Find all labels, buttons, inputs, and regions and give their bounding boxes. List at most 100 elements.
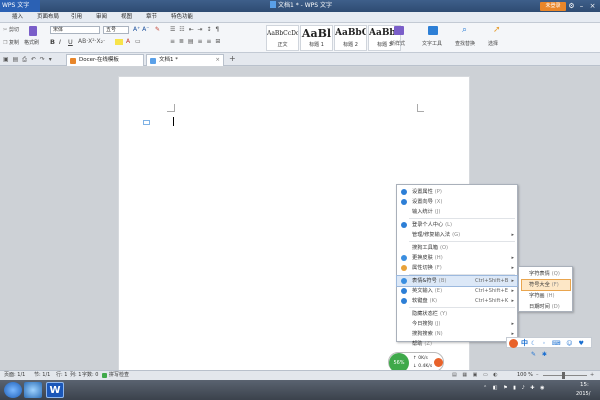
view-mode-icons[interactable]: ▤ ▦ ▣ ▭ ◐ <box>452 371 500 380</box>
context-menu-item-10[interactable]: 软键盘 (K) Ctrl+Shift+K ▸ <box>397 296 517 306</box>
clear-format-icon[interactable]: ✎ <box>155 26 160 33</box>
highlight-color-icon[interactable] <box>115 39 123 45</box>
select-button[interactable]: 选择 <box>488 40 498 47</box>
context-menu-item-4[interactable]: 管理/修复输入法 (G) ▸ <box>397 230 517 240</box>
tab-docer-templates[interactable]: Docer-在线模板 <box>66 54 144 66</box>
font-grow-icon[interactable]: A⁺ A⁻ <box>133 26 149 33</box>
close-icon[interactable]: × <box>588 1 597 11</box>
style-normal-sample: AaBbCcDd <box>267 30 298 37</box>
system-tray-icons[interactable]: ⌃ ◧ ⚑ ▮ ♪ ✚ ◉ <box>483 385 546 391</box>
context-menu-item-5[interactable]: 搜狗工具箱 (O) <box>397 243 517 253</box>
new-style-icon <box>394 26 404 35</box>
menu-item-label: 英文输入 <box>412 288 433 294</box>
new-style-button[interactable]: 新样式 <box>390 40 405 47</box>
menu-item-accelerator: (G) <box>452 232 461 238</box>
login-button[interactable]: 未登录 <box>540 2 566 11</box>
submenu-arrow-icon: ▸ <box>511 265 514 271</box>
app-logo[interactable]: WPS 文字 <box>0 0 40 12</box>
submenu-item-3[interactable]: 日期时间 (D) <box>522 302 570 312</box>
clock-time[interactable]: 15: <box>580 382 589 388</box>
menu-insert[interactable]: 插入 <box>12 12 23 23</box>
format-painter-icon[interactable] <box>29 26 37 36</box>
menu-references[interactable]: 引用 <box>71 12 82 23</box>
context-menu-item-6[interactable]: 更换皮肤 (H) ▸ <box>397 253 517 263</box>
upload-speed-value: 0K/s <box>418 356 428 361</box>
tab-document-1[interactable]: 文档1 * × <box>146 54 224 66</box>
document-icon <box>150 58 156 64</box>
menu-separator <box>409 218 515 219</box>
font-color-icon[interactable]: A <box>126 38 130 45</box>
cut-button[interactable]: ✂ 剪切 <box>3 26 20 34</box>
zoom-slider[interactable] <box>543 375 587 376</box>
underline-button[interactable]: U <box>68 38 73 46</box>
style-normal[interactable]: AaBbCcDd 正文 <box>266 25 299 51</box>
list-icons[interactable]: ☰ ☷ ⇤ ⇥ ↕ ¶ <box>170 26 220 33</box>
minimize-icon[interactable]: – <box>577 1 586 11</box>
submenu-item-0[interactable]: 字符表情 (Q) <box>522 269 570 279</box>
style-heading-1[interactable]: AaBl 标题 1 <box>300 25 333 51</box>
context-menu-item-1[interactable]: 设置向导 (X) <box>397 197 517 207</box>
context-menu-item-13[interactable]: 搜狗搜索 (N) ▸ <box>397 329 517 339</box>
strikethrough-icon[interactable]: AB·X²·X₂· <box>78 38 105 45</box>
ie-browser-icon[interactable] <box>24 382 42 398</box>
zoom-out-icon[interactable]: – <box>536 371 539 380</box>
context-menu-item-0[interactable]: 设置属性 (P) <box>397 187 517 197</box>
new-tab-icon[interactable]: + <box>229 54 236 63</box>
char-border-icon[interactable]: ▭ <box>135 38 141 45</box>
ime-toolbar-icons[interactable]: ☾ ◦ ⌨ ☺ ♥ ✎ ✱ <box>531 338 591 360</box>
menu-item-accelerator: (E) <box>434 288 443 294</box>
bold-button[interactable]: B <box>50 38 55 46</box>
menu-item-label: 输入统计 <box>412 209 433 215</box>
close-tab-icon[interactable]: × <box>215 55 220 66</box>
start-button-icon[interactable] <box>4 382 22 398</box>
format-painter-button[interactable]: 格式刷 <box>24 39 39 46</box>
context-menu-item-8[interactable]: 表情&符号 (B) Ctrl+Shift+B ▸ <box>396 275 518 287</box>
spell-check-toggle[interactable]: 拼写检查 <box>109 371 129 380</box>
italic-button[interactable]: I <box>59 38 61 46</box>
context-menu-item-14[interactable]: 帮助(Z)▸ <box>397 339 517 349</box>
menu-review[interactable]: 审阅 <box>96 12 107 23</box>
menu-item-accelerator: (L) <box>445 222 453 228</box>
menu-chapter[interactable]: 章节 <box>146 12 157 23</box>
text-tools-button[interactable]: 文字工具 <box>422 40 442 47</box>
clock-date[interactable]: 2015/ <box>576 391 590 397</box>
align-icons[interactable]: ≡ ≣ ▤ ≡ ≡ ⊞ <box>170 38 221 45</box>
network-speed-widget[interactable]: 56% ↑ 0K/s ↓ 0.4K/s <box>388 352 444 373</box>
context-menu-item-7[interactable]: 属性切换 (F) ▸ <box>397 263 517 273</box>
context-menu-item-9[interactable]: 英文输入 (E) Ctrl+Shift+E ▸ <box>397 286 517 296</box>
zoom-slider-thumb[interactable] <box>562 372 565 379</box>
menu-item-accelerator: (P) <box>434 189 442 195</box>
submenu-item-label: 日期时间 <box>529 304 550 310</box>
style-heading-2[interactable]: AaBbC 标题 2 <box>334 25 367 51</box>
context-menu-item-2[interactable]: 输入统计 (J) <box>397 207 517 217</box>
settings-icon[interactable]: ⚙ <box>567 1 576 11</box>
menu-item-icon <box>401 288 407 294</box>
menu-item-label: 属性切换 <box>412 265 433 271</box>
text-cursor <box>173 117 174 126</box>
menu-separator <box>409 241 515 242</box>
zoom-in-icon[interactable]: + <box>590 371 594 380</box>
menu-item-label: 今日搜狗 <box>412 321 433 327</box>
menu-special-features[interactable]: 特色功能 <box>171 12 193 23</box>
font-name-select[interactable]: 宋体 <box>50 26 100 34</box>
copy-button[interactable]: ❐ 复制 <box>3 39 19 47</box>
context-menu-item-11[interactable]: 隐藏状态栏 (Y) <box>397 309 517 319</box>
submenu-item-1[interactable]: 符号大全 (F) <box>521 279 571 291</box>
menu-item-accelerator: (H) <box>434 255 443 261</box>
sogou-logo-icon[interactable] <box>509 339 518 348</box>
context-menu-item-12[interactable]: 今日搜狗 (J) ▸ <box>397 319 517 329</box>
quick-access-icons[interactable]: ▣ ▤ ⎙ ↶ ↷ ▾ <box>3 56 53 64</box>
find-replace-button[interactable]: 查找替换 <box>455 40 475 47</box>
context-menu-item-3[interactable]: 登录个人中心 (L) <box>397 220 517 230</box>
submenu-item-2[interactable]: 字符画 (H) <box>522 291 570 301</box>
tab-docer-label: Docer-在线模板 <box>79 57 119 63</box>
menu-view[interactable]: 视图 <box>121 12 132 23</box>
text-tools-icon <box>428 26 438 35</box>
margin-mark-tr <box>417 111 424 112</box>
cut-label: 剪切 <box>9 27 20 33</box>
submenu-item-label: 字符表情 <box>529 271 550 277</box>
menu-page-layout[interactable]: 页面布局 <box>37 12 59 23</box>
wps-writer-taskbar-icon[interactable]: W <box>46 382 64 398</box>
font-size-select[interactable]: 五号 <box>103 26 129 34</box>
ime-mode-toggle[interactable]: 中 <box>521 338 528 349</box>
